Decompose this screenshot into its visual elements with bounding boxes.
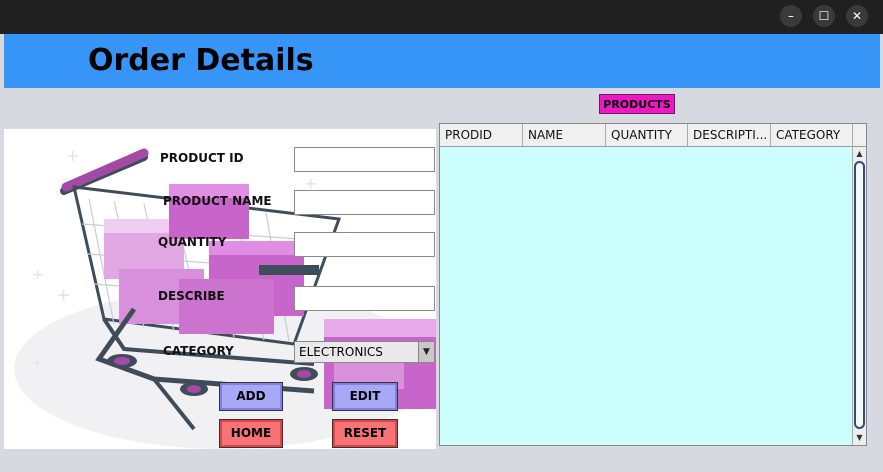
scroll-up-icon[interactable]: ▲ bbox=[853, 148, 866, 160]
product-id-label: PRODUCT ID bbox=[160, 151, 244, 165]
svg-text:+: + bbox=[66, 146, 79, 165]
describe-label: DESCRIBE bbox=[158, 289, 225, 303]
header-banner: Order Details bbox=[4, 34, 880, 88]
svg-text:+: + bbox=[32, 267, 44, 283]
category-select-value: ELECTRONICS bbox=[299, 345, 383, 359]
column-header-name[interactable]: NAME bbox=[523, 124, 606, 146]
products-label: PRODUCTS bbox=[599, 94, 675, 114]
quantity-field[interactable] bbox=[294, 232, 435, 257]
reset-button[interactable]: RESET bbox=[332, 419, 398, 448]
vertical-scrollbar[interactable]: ▲ ▼ bbox=[852, 147, 866, 445]
app-window: – ☐ ✕ Order Details PRODUCTS + + + + + + bbox=[0, 0, 883, 472]
svg-text:+: + bbox=[32, 356, 42, 370]
title-bar: – ☐ ✕ bbox=[0, 0, 883, 34]
chevron-down-icon[interactable]: ▼ bbox=[418, 342, 434, 362]
products-table[interactable]: PRODID NAME QUANTITY DESCRIPTI... CATEGO… bbox=[439, 123, 867, 446]
quantity-label: QUANTITY bbox=[158, 235, 227, 249]
product-id-field[interactable] bbox=[294, 147, 435, 172]
scrollbar-thumb[interactable] bbox=[854, 161, 865, 429]
category-select[interactable]: ELECTRONICS ▼ bbox=[294, 341, 435, 363]
table-corner bbox=[852, 124, 866, 147]
home-button[interactable]: HOME bbox=[219, 419, 283, 448]
maximize-button[interactable]: ☐ bbox=[813, 5, 835, 27]
product-name-label: PRODUCT NAME bbox=[163, 194, 272, 208]
product-name-field[interactable] bbox=[294, 190, 435, 215]
minimize-button[interactable]: – bbox=[780, 5, 802, 27]
column-header-description[interactable]: DESCRIPTI... bbox=[688, 124, 771, 146]
scroll-down-icon[interactable]: ▼ bbox=[853, 432, 866, 444]
column-header-quantity[interactable]: QUANTITY bbox=[606, 124, 688, 146]
column-header-category[interactable]: CATEGORY bbox=[771, 124, 853, 146]
add-button[interactable]: ADD bbox=[219, 382, 283, 411]
column-header-prodid[interactable]: PRODID bbox=[440, 124, 523, 146]
page-title: Order Details bbox=[88, 43, 314, 78]
table-header: PRODID NAME QUANTITY DESCRIPTI... CATEGO… bbox=[440, 124, 853, 147]
svg-text:+: + bbox=[56, 285, 71, 306]
category-label: CATEGORY bbox=[163, 344, 234, 358]
edit-button[interactable]: EDIT bbox=[332, 382, 398, 411]
close-button[interactable]: ✕ bbox=[846, 5, 868, 27]
describe-field[interactable] bbox=[294, 286, 435, 311]
